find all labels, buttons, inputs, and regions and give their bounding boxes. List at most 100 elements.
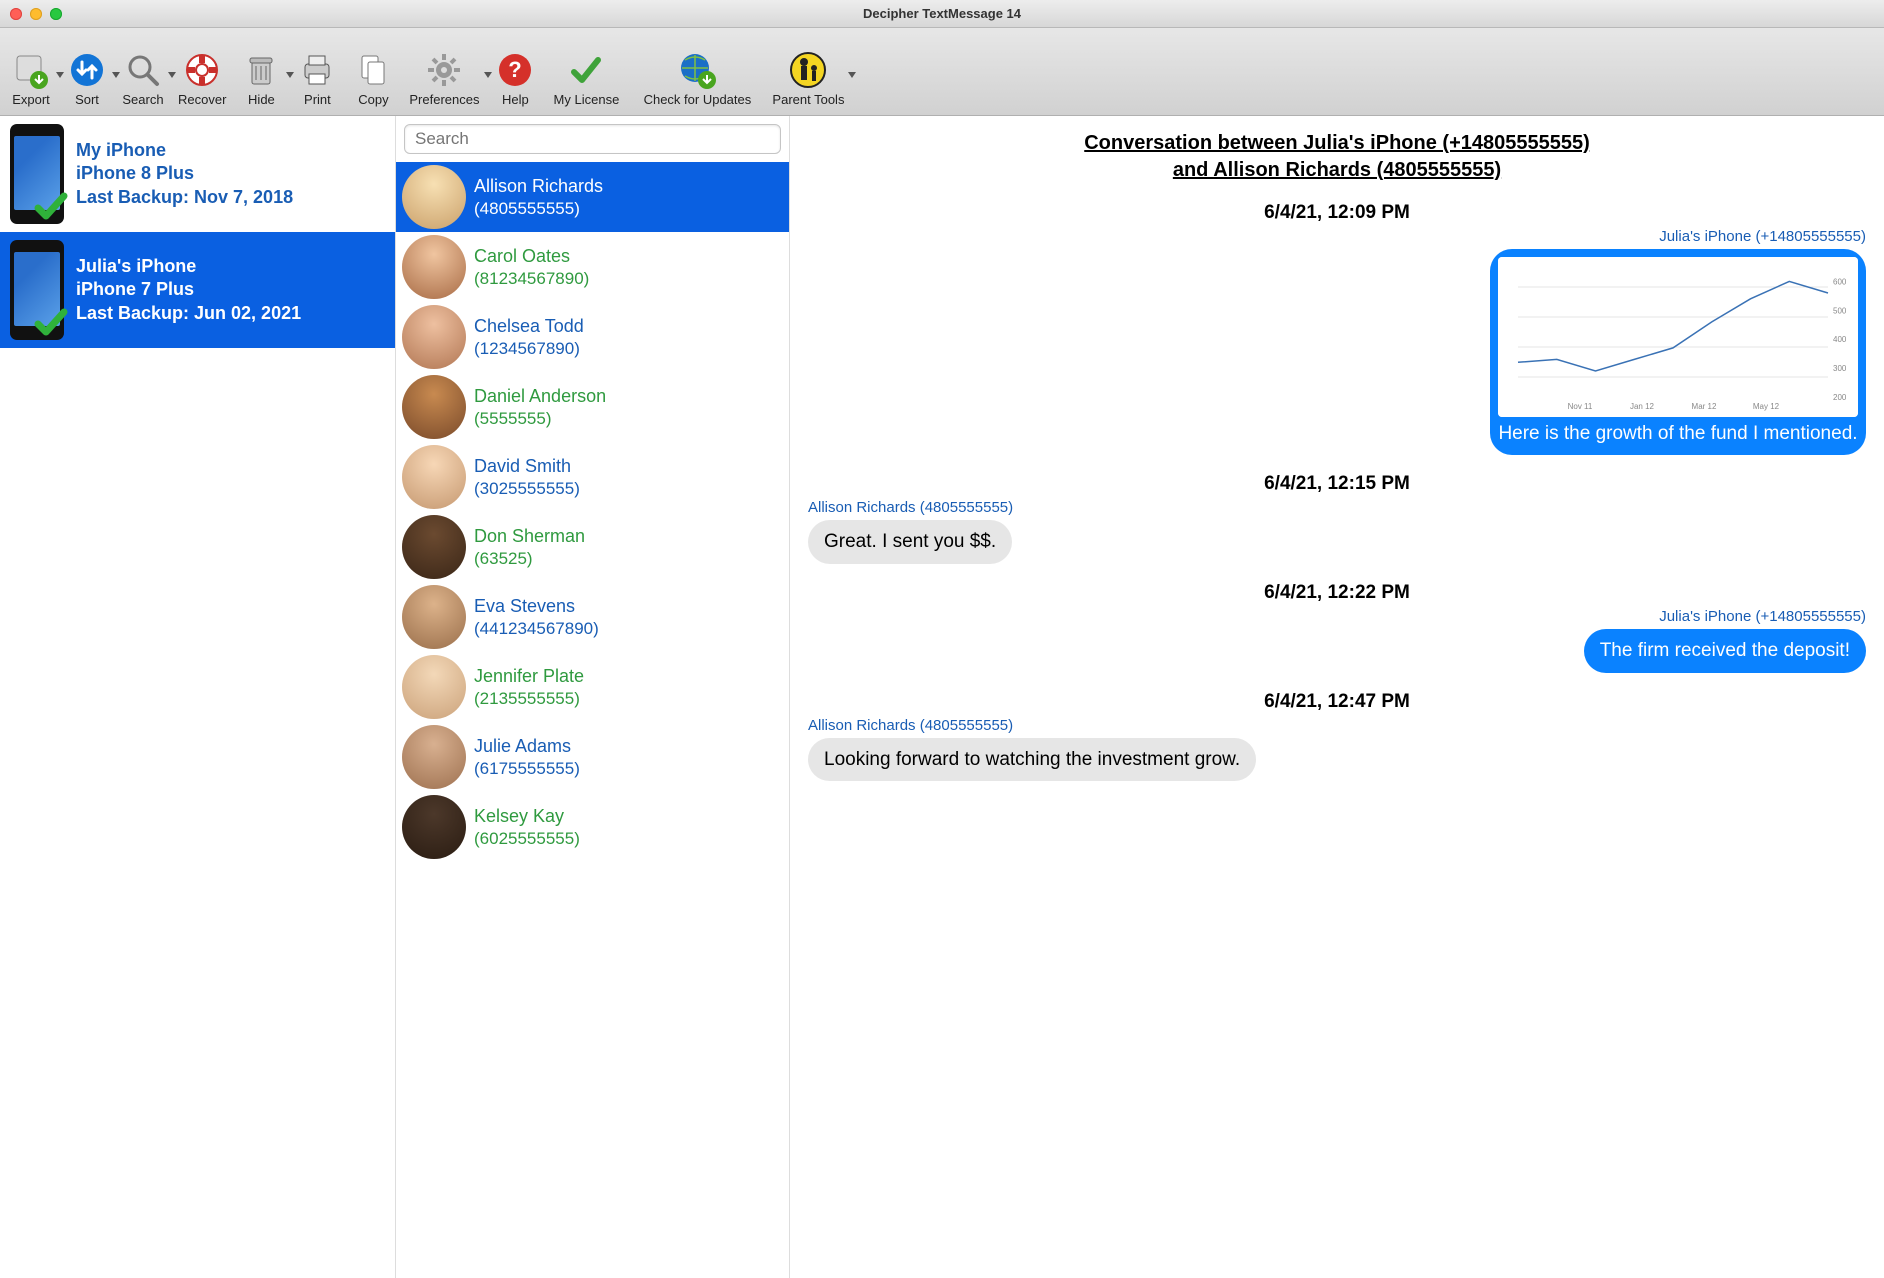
contact-item[interactable]: Julie Adams (6175555555) — [396, 722, 789, 792]
sort-icon — [67, 50, 107, 90]
gear-icon — [424, 50, 464, 90]
avatar — [402, 235, 466, 299]
export-icon — [11, 50, 51, 90]
contact-name: Julie Adams — [474, 736, 580, 757]
contact-name: David Smith — [474, 456, 580, 477]
zoom-window-button[interactable] — [50, 8, 62, 20]
device-item-julias-iphone[interactable]: Julia's iPhone iPhone 7 Plus Last Backup… — [0, 232, 395, 348]
message-bubble-received[interactable]: Great. I sent you $$. — [808, 520, 1012, 564]
contact-name: Jennifer Plate — [474, 666, 584, 687]
message-bubble-sent[interactable]: The firm received the deposit! — [1584, 629, 1866, 673]
parent-tools-label: Parent Tools — [772, 92, 844, 107]
device-name: My iPhone — [76, 139, 293, 162]
message-bubble-received[interactable]: Looking forward to watching the investme… — [808, 738, 1256, 782]
contact-phone: (441234567890) — [474, 619, 599, 639]
contact-phone: (63525) — [474, 549, 585, 569]
device-item-my-iphone[interactable]: My iPhone iPhone 8 Plus Last Backup: Nov… — [0, 116, 395, 232]
help-button[interactable]: ? Help — [490, 48, 540, 109]
contact-phone: (2135555555) — [474, 689, 584, 709]
license-button[interactable]: My License — [546, 48, 626, 109]
contact-name: Eva Stevens — [474, 596, 599, 617]
printer-icon — [297, 50, 337, 90]
globe-download-icon — [677, 50, 717, 90]
avatar — [402, 165, 466, 229]
title-bar: Decipher TextMessage 14 — [0, 0, 1884, 28]
close-window-button[interactable] — [10, 8, 22, 20]
svg-text:May 12: May 12 — [1753, 402, 1780, 411]
sort-button[interactable]: Sort — [62, 48, 112, 109]
contact-name: Carol Oates — [474, 246, 589, 267]
contact-phone: (81234567890) — [474, 269, 589, 289]
contact-item[interactable]: Kelsey Kay (6025555555) — [396, 792, 789, 862]
phone-icon — [10, 124, 64, 224]
minimize-window-button[interactable] — [30, 8, 42, 20]
search-button[interactable]: Search — [118, 48, 168, 109]
svg-text:600: 600 — [1833, 277, 1847, 286]
message-sender: Allison Richards (4805555555) — [808, 717, 1866, 734]
hide-button[interactable]: Hide — [236, 48, 286, 109]
contact-item[interactable]: Chelsea Todd (1234567890) — [396, 302, 789, 372]
contact-name: Daniel Anderson — [474, 386, 606, 407]
avatar — [402, 655, 466, 719]
magnifier-icon — [123, 50, 163, 90]
device-info: My iPhone iPhone 8 Plus Last Backup: Nov… — [76, 139, 293, 209]
svg-text:Jan 12: Jan 12 — [1630, 402, 1655, 411]
contact-item[interactable]: Jennifer Plate (2135555555) — [396, 652, 789, 722]
contact-item[interactable]: David Smith (3025555555) — [396, 442, 789, 512]
message-sender: Julia's iPhone (+14805555555) — [808, 228, 1866, 245]
avatar — [402, 585, 466, 649]
svg-text:?: ? — [509, 57, 522, 82]
window-controls — [0, 8, 62, 20]
contact-name: Allison Richards — [474, 176, 603, 197]
copy-button[interactable]: Copy — [348, 48, 398, 109]
contact-list: Allison Richards (4805555555) Carol Oate… — [396, 162, 789, 862]
hide-label: Hide — [248, 92, 275, 107]
device-name: Julia's iPhone — [76, 255, 301, 278]
device-info: Julia's iPhone iPhone 7 Plus Last Backup… — [76, 255, 301, 325]
toolbar: Export Sort Search Recover Hide Print — [0, 28, 1884, 116]
avatar — [402, 795, 466, 859]
parent-tools-button[interactable]: Parent Tools — [768, 48, 848, 109]
device-model: iPhone 8 Plus — [76, 162, 293, 185]
contact-phone: (3025555555) — [474, 479, 580, 499]
device-backup: Last Backup: Jun 02, 2021 — [76, 302, 301, 325]
contact-name: Don Sherman — [474, 526, 585, 547]
parent-child-icon — [788, 50, 828, 90]
lifebuoy-icon — [182, 50, 222, 90]
contact-item[interactable]: Allison Richards (4805555555) — [396, 162, 789, 232]
checkmark-icon — [34, 190, 70, 226]
recover-button[interactable]: Recover — [174, 48, 230, 109]
contact-item[interactable]: Carol Oates (81234567890) — [396, 232, 789, 302]
contact-item[interactable]: Daniel Anderson (5555555) — [396, 372, 789, 442]
timestamp: 6/4/21, 12:47 PM — [808, 691, 1866, 713]
message-row: Great. I sent you $$. — [808, 520, 1866, 564]
avatar — [402, 445, 466, 509]
main-area: My iPhone iPhone 8 Plus Last Backup: Nov… — [0, 116, 1884, 1278]
search-label: Search — [122, 92, 163, 107]
conversation-panel: Conversation between Julia's iPhone (+14… — [790, 116, 1884, 1278]
timestamp: 6/4/21, 12:22 PM — [808, 582, 1866, 604]
updates-button[interactable]: Check for Updates — [632, 48, 762, 109]
preferences-button[interactable]: Preferences — [404, 48, 484, 109]
chart-image: 200300400500600 Nov 11Jan 12Mar 12May 12 — [1498, 257, 1858, 417]
contact-item[interactable]: Don Sherman (63525) — [396, 512, 789, 582]
message-row: 200300400500600 Nov 11Jan 12Mar 12May 12… — [808, 249, 1866, 455]
sort-label: Sort — [75, 92, 99, 107]
print-button[interactable]: Print — [292, 48, 342, 109]
message-bubble-image[interactable]: 200300400500600 Nov 11Jan 12Mar 12May 12… — [1490, 249, 1866, 455]
contact-phone: (6025555555) — [474, 829, 580, 849]
chevron-down-icon — [848, 72, 856, 78]
message-sender: Allison Richards (4805555555) — [808, 499, 1866, 516]
print-label: Print — [304, 92, 331, 107]
message-row: Looking forward to watching the investme… — [808, 738, 1866, 782]
checkmark-icon — [34, 306, 70, 342]
svg-text:200: 200 — [1833, 393, 1847, 402]
export-label: Export — [12, 92, 50, 107]
contact-phone: (5555555) — [474, 409, 606, 429]
copy-icon — [353, 50, 393, 90]
contact-phone: (4805555555) — [474, 199, 603, 219]
export-button[interactable]: Export — [6, 48, 56, 109]
contact-search-input[interactable] — [404, 124, 781, 154]
contact-item[interactable]: Eva Stevens (441234567890) — [396, 582, 789, 652]
search-wrap — [396, 116, 789, 162]
